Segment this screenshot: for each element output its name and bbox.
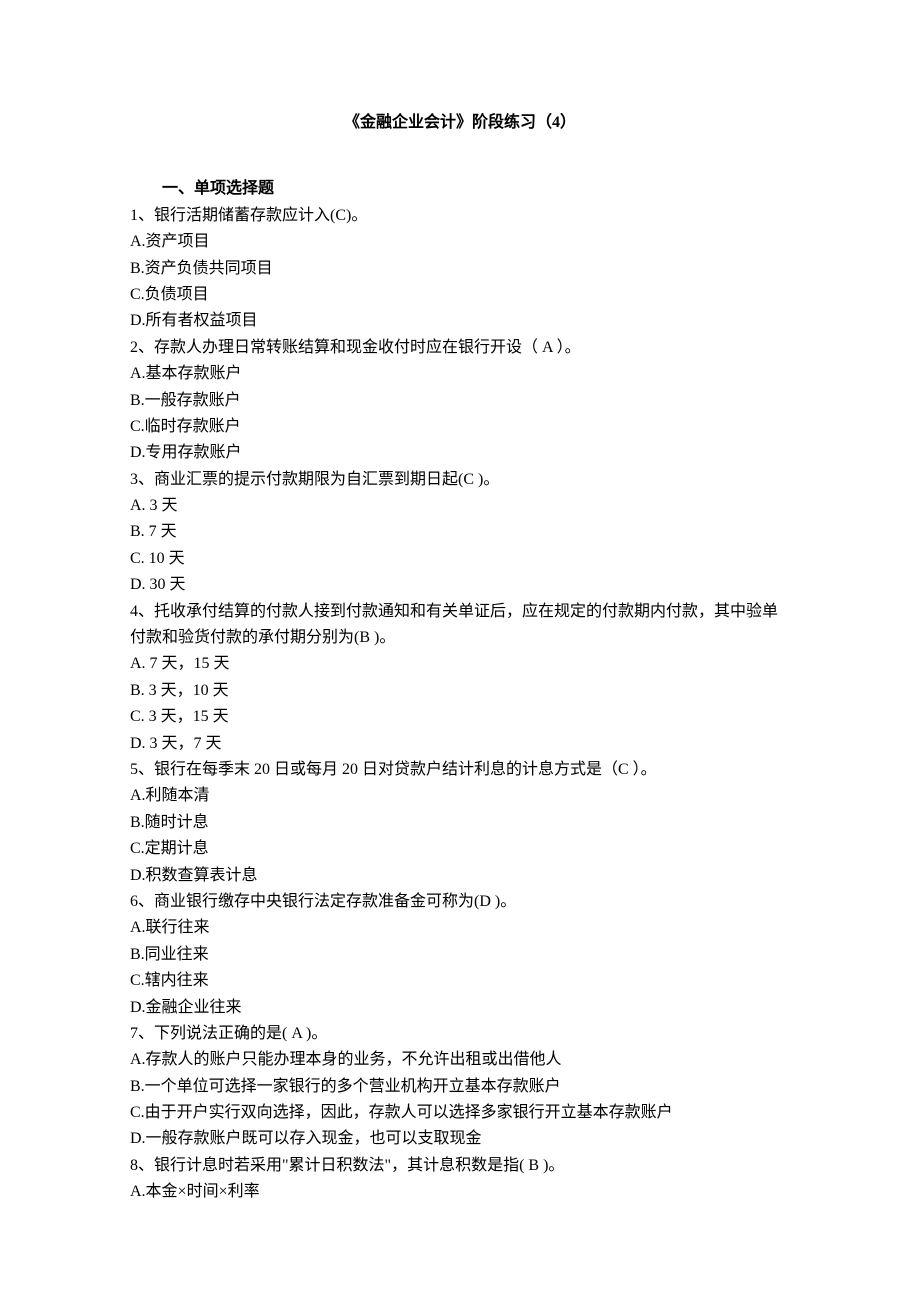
option-line: C. 10 天 [130, 546, 790, 572]
document-title: 《金融企业会计》阶段练习（4） [130, 110, 790, 136]
question-line: 4、托收承付结算的付款人接到付款通知和有关单证后，应在规定的付款期内付款，其中验… [130, 599, 790, 652]
option-line: A.资产项目 [130, 229, 790, 255]
option-line: D.金融企业往来 [130, 995, 790, 1021]
question-line: 7、下列说法正确的是( A )。 [130, 1021, 790, 1047]
option-line: C.由于开户实行双向选择，因此，存款人可以选择多家银行开立基本存款账户 [130, 1100, 790, 1126]
option-line: D. 3 天，7 天 [130, 731, 790, 757]
option-line: C.负债项目 [130, 282, 790, 308]
option-line: C.辖内往来 [130, 968, 790, 994]
option-line: B.一般存款账户 [130, 388, 790, 414]
option-line: B. 3 天，10 天 [130, 678, 790, 704]
option-line: A.利随本清 [130, 783, 790, 809]
option-line: A.基本存款账户 [130, 361, 790, 387]
option-line: D.专用存款账户 [130, 440, 790, 466]
option-line: A.存款人的账户只能办理本身的业务，不允许出租或出借他人 [130, 1047, 790, 1073]
section-heading: 一、单项选择题 [130, 176, 790, 202]
question-line: 5、银行在每季末 20 日或每月 20 日对贷款户结计利息的计息方式是（C ）。 [130, 757, 790, 783]
question-line: 1、银行活期储蓄存款应计入(C)。 [130, 203, 790, 229]
question-line: 6、商业银行缴存中央银行法定存款准备金可称为(D )。 [130, 889, 790, 915]
option-line: A.联行往来 [130, 915, 790, 941]
option-line: B.随时计息 [130, 810, 790, 836]
option-line: B.一个单位可选择一家银行的多个营业机构开立基本存款账户 [130, 1074, 790, 1100]
question-line: 2、存款人办理日常转账结算和现金收付时应在银行开设（ A ）。 [130, 335, 790, 361]
question-line: 8、银行计息时若采用"累计日积数法"，其计息积数是指( B )。 [130, 1153, 790, 1179]
option-line: D.积数查算表计息 [130, 863, 790, 889]
option-line: D.一般存款账户既可以存入现金，也可以支取现金 [130, 1126, 790, 1152]
question-line: 3、商业汇票的提示付款期限为自汇票到期日起(C )。 [130, 467, 790, 493]
option-line: A.本金×时间×利率 [130, 1179, 790, 1205]
option-line: B.资产负债共同项目 [130, 256, 790, 282]
option-line: A. 7 天，15 天 [130, 651, 790, 677]
option-line: D.所有者权益项目 [130, 308, 790, 334]
option-line: B. 7 天 [130, 519, 790, 545]
option-line: C.临时存款账户 [130, 414, 790, 440]
option-line: A. 3 天 [130, 493, 790, 519]
option-line: C. 3 天，15 天 [130, 704, 790, 730]
option-line: B.同业往来 [130, 942, 790, 968]
option-line: D. 30 天 [130, 572, 790, 598]
option-line: C.定期计息 [130, 836, 790, 862]
